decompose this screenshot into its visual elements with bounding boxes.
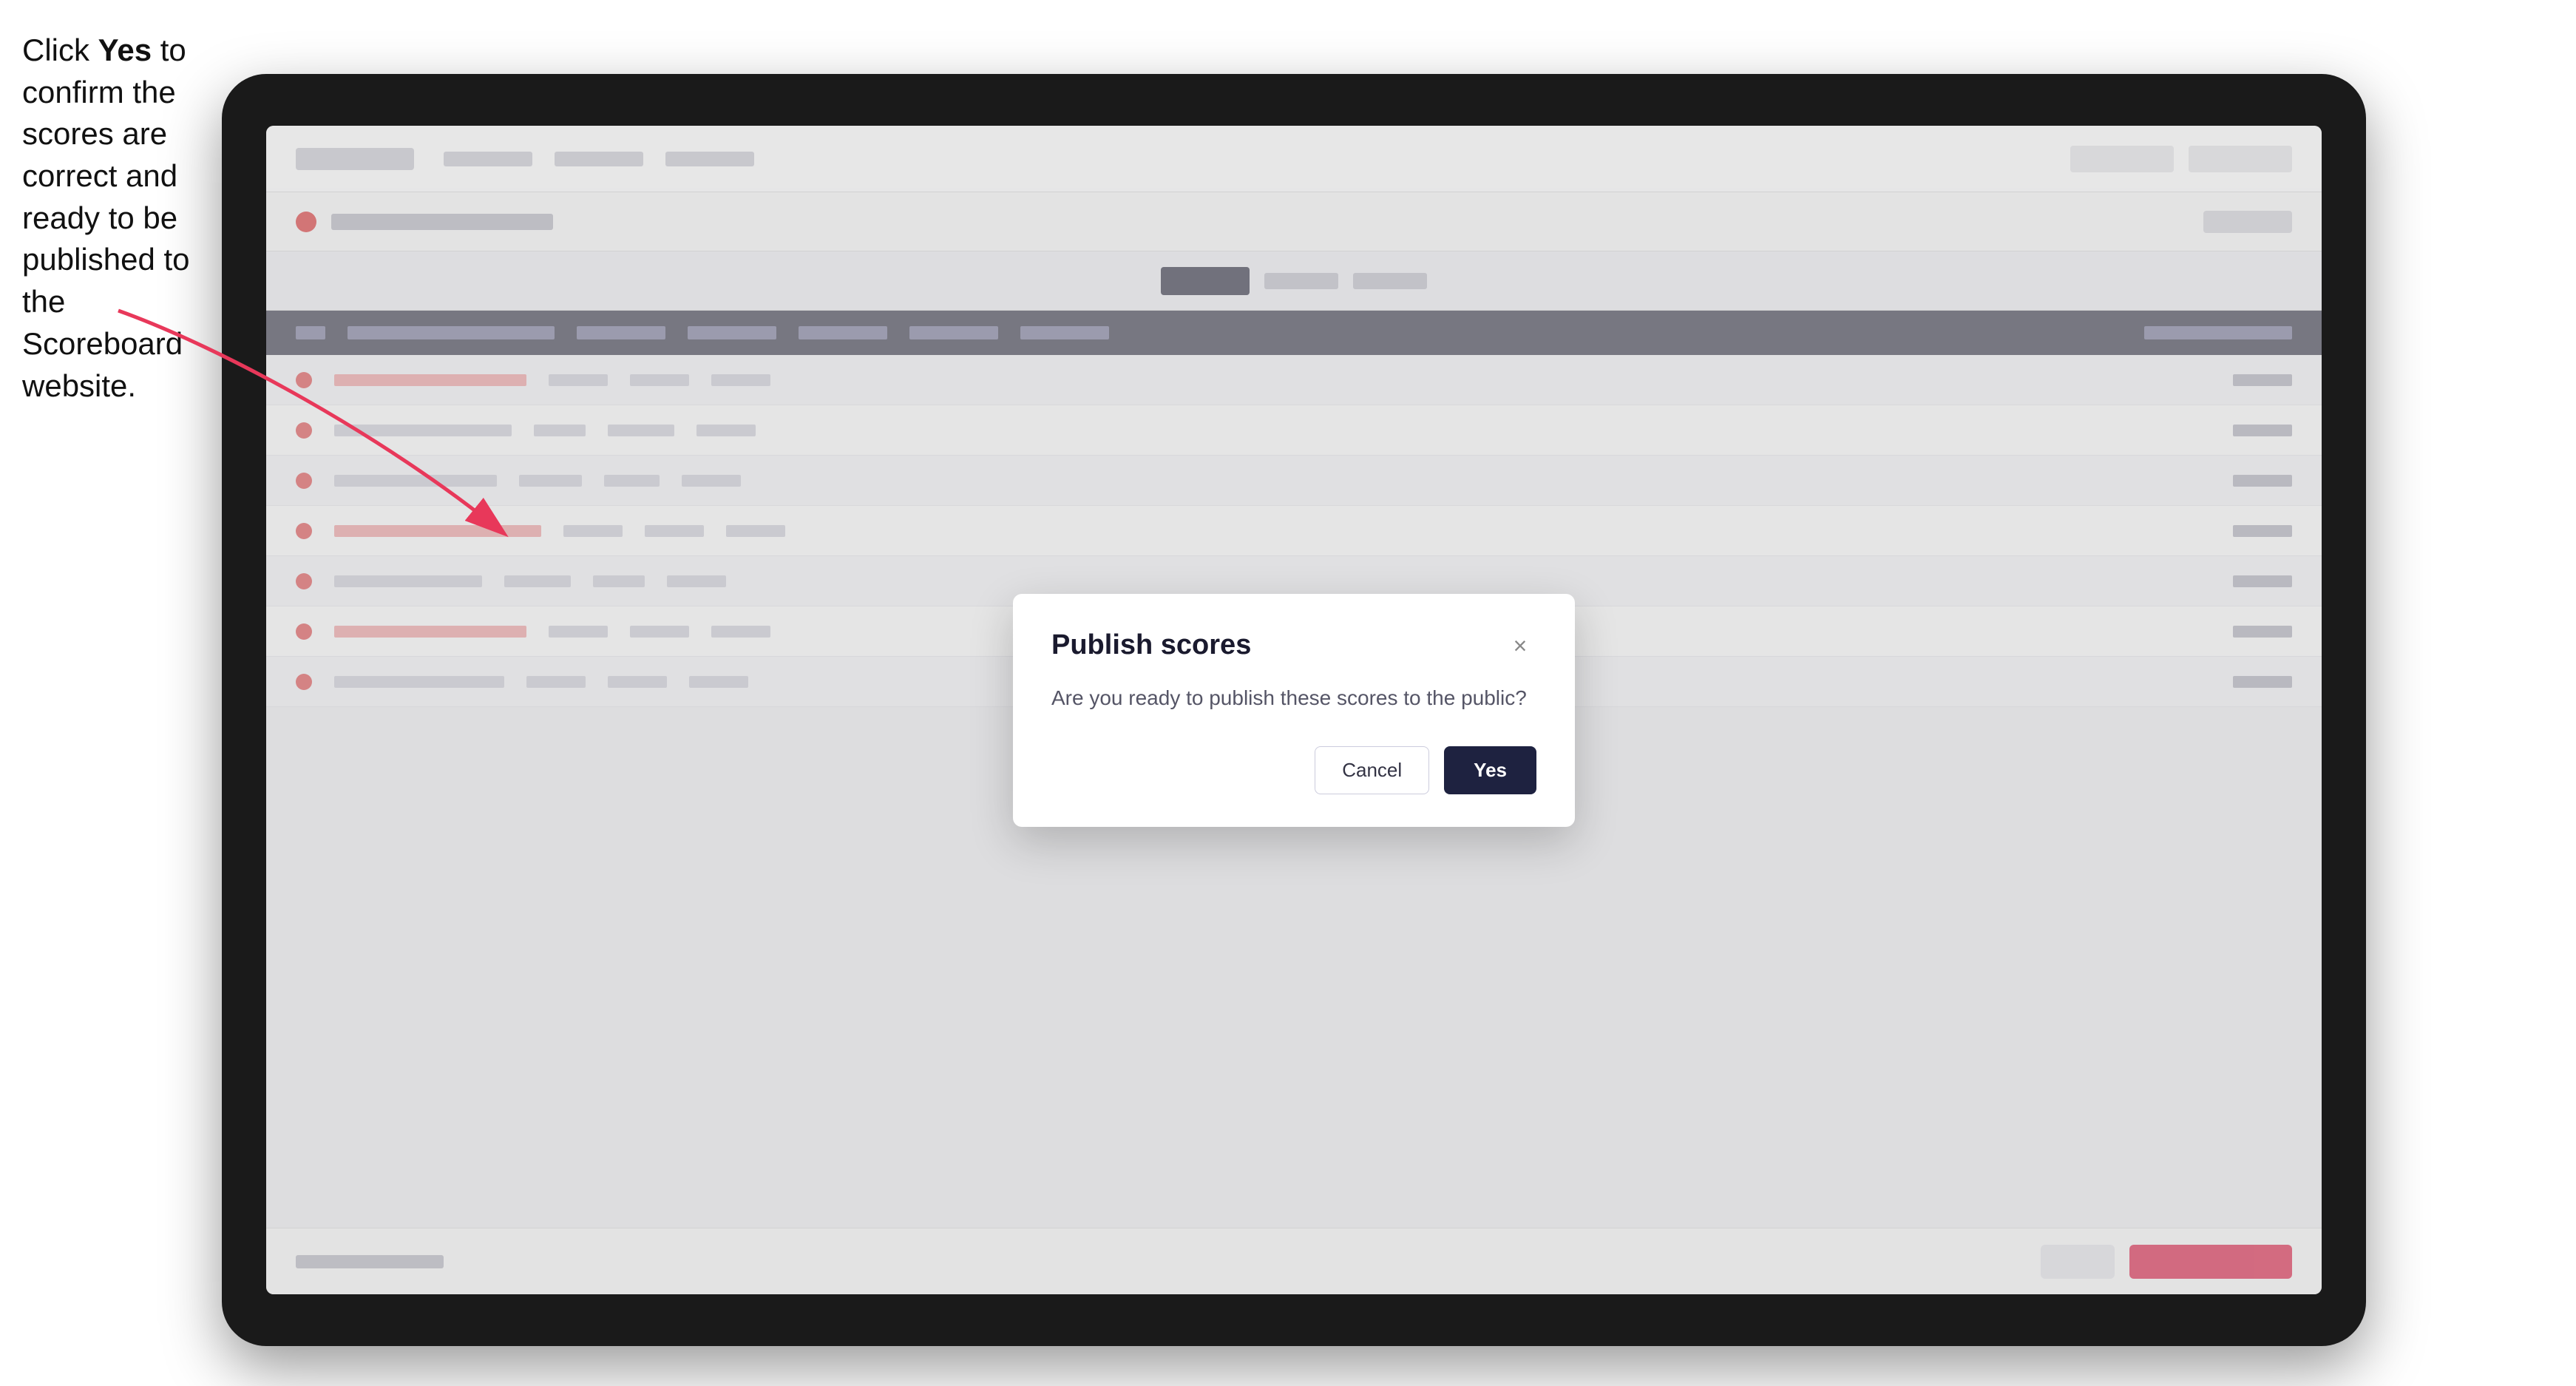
tablet-screen: Publish scores × Are you ready to publis… xyxy=(266,126,2322,1294)
modal-header: Publish scores × xyxy=(1051,629,1536,662)
instruction-text: Click Yes to confirm the scores are corr… xyxy=(22,30,229,407)
publish-scores-modal: Publish scores × Are you ready to publis… xyxy=(1013,594,1575,827)
modal-overlay: Publish scores × Are you ready to publis… xyxy=(266,126,2322,1294)
tablet-device: Publish scores × Are you ready to publis… xyxy=(222,74,2366,1346)
modal-close-button[interactable]: × xyxy=(1504,629,1536,662)
cancel-button[interactable]: Cancel xyxy=(1315,746,1429,794)
modal-body: Are you ready to publish these scores to… xyxy=(1051,683,1536,714)
modal-footer: Cancel Yes xyxy=(1051,746,1536,794)
modal-body-text: Are you ready to publish these scores to… xyxy=(1051,683,1536,714)
modal-title: Publish scores xyxy=(1051,629,1251,661)
yes-button[interactable]: Yes xyxy=(1444,746,1536,794)
